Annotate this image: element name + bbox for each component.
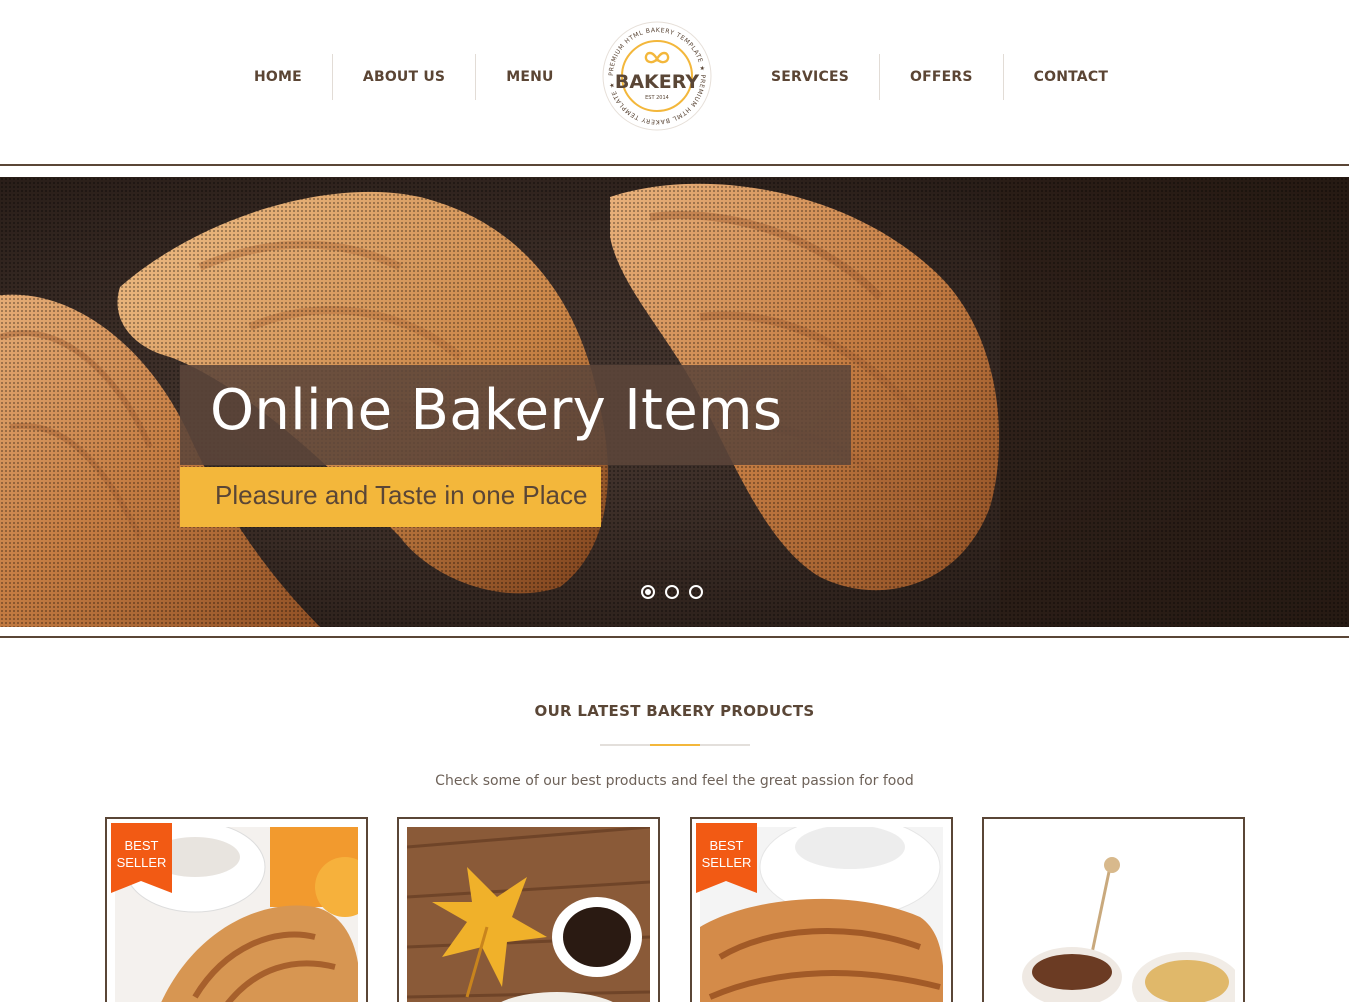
- section-subtitle: Check some of our best products and feel…: [435, 773, 914, 789]
- product-card[interactable]: [397, 817, 660, 1002]
- best-seller-badge: BEST SELLER: [696, 823, 757, 893]
- site-header: HOME ABOUT US MENU PREMIUM HTML BAKERY T…: [0, 0, 1349, 164]
- logo-title: BAKERY: [615, 71, 699, 93]
- header-divider: [0, 164, 1349, 166]
- hero-title: Online Bakery Items: [210, 378, 783, 443]
- hero-subtitle: Pleasure and Taste in one Place: [215, 480, 588, 510]
- badge-line-1: BEST: [124, 838, 159, 853]
- section-underline-accent: [650, 744, 700, 746]
- nav-menu-link[interactable]: MENU: [476, 54, 583, 100]
- nav-about-link[interactable]: ABOUT US: [333, 54, 475, 100]
- badge-line-2: SELLER: [701, 855, 752, 870]
- badge-line-1: BEST: [709, 838, 744, 853]
- logo-est: EST 2014: [645, 95, 669, 101]
- nav-services-link[interactable]: SERVICES: [741, 54, 879, 100]
- product-card[interactable]: BEST SELLER: [690, 817, 953, 1002]
- nav-right: SERVICES OFFERS CONTACT: [741, 54, 1138, 100]
- bakery-logo[interactable]: PREMIUM HTML BAKERY TEMPLATE ★ PREMIUM H…: [601, 19, 713, 133]
- badge-line-2: SELLER: [116, 855, 167, 870]
- product-card[interactable]: [982, 817, 1245, 1002]
- logo-emblem: PREMIUM HTML BAKERY TEMPLATE ★ PREMIUM H…: [602, 21, 712, 131]
- hero-bottom-divider: [0, 636, 1349, 638]
- nav-home-link[interactable]: HOME: [224, 54, 332, 100]
- product-image[interactable]: [992, 827, 1235, 1002]
- section-title: OUR LATEST BAKERY PRODUCTS: [534, 702, 815, 720]
- slider-dot-3[interactable]: [689, 585, 703, 599]
- best-seller-badge: BEST SELLER: [111, 823, 172, 893]
- nav-left: HOME ABOUT US MENU: [224, 54, 584, 100]
- slider-dot-2[interactable]: [665, 585, 679, 599]
- product-card[interactable]: BEST SELLER: [105, 817, 368, 1002]
- nav-contact-link[interactable]: CONTACT: [1004, 54, 1138, 100]
- product-image[interactable]: [407, 827, 650, 1002]
- slider-dot-1[interactable]: [641, 585, 655, 599]
- nav-offers-link[interactable]: OFFERS: [880, 54, 1003, 100]
- slider-pagination: [641, 585, 703, 599]
